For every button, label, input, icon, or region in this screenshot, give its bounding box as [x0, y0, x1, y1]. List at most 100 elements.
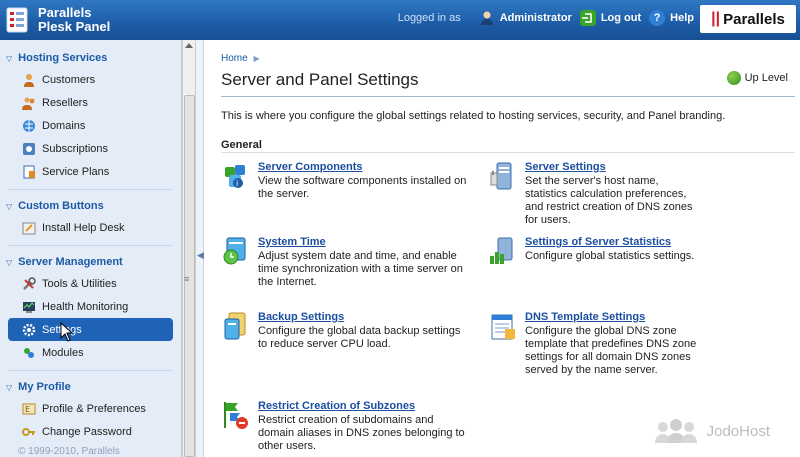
logo-line1: Parallels: [38, 5, 92, 20]
help-link[interactable]: ? Help: [649, 10, 694, 26]
collapse-triangle-icon: ▽: [6, 257, 13, 267]
tool-server-components: i Server Components View the software co…: [221, 161, 471, 201]
customers-icon: [22, 73, 36, 87]
sidebar-item-subscriptions[interactable]: Subscriptions: [0, 137, 181, 160]
sidebar-item-domains[interactable]: Domains: [0, 114, 181, 137]
parallels-bars-icon: ||: [711, 10, 721, 27]
breadcrumb: Home ▶: [221, 53, 260, 64]
resellers-icon: [22, 96, 36, 110]
breadcrumb-home[interactable]: Home: [221, 53, 248, 64]
key-icon: [22, 425, 36, 439]
tool-name-server-components[interactable]: Server Components: [258, 161, 471, 174]
sidebar-splitter[interactable]: ◀: [196, 40, 204, 457]
restrict-subzones-icon: [221, 400, 251, 430]
tool-desc: Configure the global data backup setting…: [258, 325, 461, 350]
sidebar-item-change-password[interactable]: Change Password: [0, 420, 181, 443]
sidebar-scrollbar[interactable]: [182, 40, 196, 457]
top-header: Parallels Plesk Panel Logged in as Admin…: [0, 0, 800, 40]
section-divider: [221, 152, 795, 153]
administrator-link[interactable]: Administrator: [479, 10, 572, 26]
server-settings-icon: [488, 161, 518, 191]
scrollbar-grip-icon: ≡: [184, 274, 190, 284]
sidebar-separator: [8, 189, 173, 190]
collapse-left-icon[interactable]: ◀: [197, 250, 204, 262]
watermark: JodoHost: [653, 419, 770, 443]
user-icon: [479, 10, 495, 26]
collapse-triangle-icon: ▽: [6, 53, 13, 63]
system-time-icon: [221, 236, 251, 266]
sidebar-item-tools-utilities[interactable]: Tools & Utilities: [0, 272, 181, 295]
tool-name-restrict-subzones[interactable]: Restrict Creation of Subzones: [258, 400, 471, 413]
dns-template-icon: [488, 311, 518, 341]
copyright: © 1999-2010, Parallels: [18, 446, 120, 457]
breadcrumb-arrow-icon: ▶: [253, 54, 260, 63]
sidebar-group-my-profile[interactable]: ▽ My Profile: [0, 377, 181, 397]
sidebar-item-install-help-desk[interactable]: Install Help Desk: [0, 216, 181, 239]
plesk-logo[interactable]: Parallels Plesk Panel: [6, 4, 156, 36]
domains-icon: [22, 119, 36, 133]
tool-server-settings: Server Settings Set the server's host na…: [488, 161, 698, 227]
sidebar-separator: [8, 370, 173, 371]
sidebar-group-hosting-services[interactable]: ▽ Hosting Services: [0, 48, 181, 68]
service-plans-icon: [22, 165, 36, 179]
help-desk-icon: [22, 221, 36, 235]
logout-link[interactable]: Log out: [579, 10, 642, 26]
collapse-triangle-icon: ▽: [6, 201, 13, 211]
tool-dns-template-settings: DNS Template Settings Configure the glob…: [488, 311, 703, 377]
plesk-logo-icon: [6, 6, 30, 34]
logout-icon: [579, 10, 596, 26]
section-title-general: General: [221, 139, 262, 151]
tools-icon: [22, 276, 36, 291]
up-level-label: Up Level: [744, 72, 788, 84]
tool-desc: Configure the global DNS zone template t…: [525, 325, 697, 376]
tool-system-time: System Time Adjust system date and time,…: [221, 236, 471, 289]
main-content: Home ▶ Server and Panel Settings Up Leve…: [205, 40, 800, 457]
people-watermark-icon: [653, 419, 699, 443]
sidebar-group-custom-buttons[interactable]: ▽ Custom Buttons: [0, 196, 181, 216]
logout-label: Log out: [600, 12, 642, 24]
sidebar-item-modules[interactable]: Modules: [0, 341, 181, 364]
modules-icon: [22, 346, 36, 360]
tool-name-backup-settings[interactable]: Backup Settings: [258, 311, 471, 324]
up-level-link[interactable]: Up Level: [726, 71, 788, 85]
sidebar-item-profile-preferences[interactable]: E Profile & Preferences: [0, 397, 181, 420]
tool-backup-settings: Backup Settings Configure the global dat…: [221, 311, 471, 351]
tool-name-server-statistics[interactable]: Settings of Server Statistics: [525, 236, 694, 249]
sidebar-item-health-monitoring[interactable]: Health Monitoring: [0, 295, 181, 318]
tool-name-server-settings[interactable]: Server Settings: [525, 161, 698, 174]
tool-desc: View the software components installed o…: [258, 175, 467, 200]
logged-in-as-label: Logged in as: [397, 12, 461, 24]
scroll-up-arrow-icon[interactable]: [185, 43, 193, 48]
sidebar-item-customers[interactable]: Customers: [0, 68, 181, 91]
help-label: Help: [670, 12, 694, 24]
collapse-triangle-icon: ▽: [6, 382, 13, 392]
tool-settings-of-server-statistics: Settings of Server Statistics Configure …: [488, 236, 728, 266]
tool-name-system-time[interactable]: System Time: [258, 236, 471, 249]
logo-line2: Plesk Panel: [38, 19, 111, 34]
intro-text: This is where you configure the global s…: [221, 110, 726, 122]
server-components-icon: i: [221, 161, 251, 191]
server-statistics-icon: [488, 236, 518, 266]
svg-text:E: E: [25, 405, 30, 414]
brand-label: Parallels: [723, 10, 785, 28]
page-title: Server and Panel Settings: [221, 70, 419, 89]
profile-icon: E: [22, 402, 36, 416]
tool-restrict-creation-of-subzones: Restrict Creation of Subzones Restrict c…: [221, 400, 471, 453]
sidebar-item-service-plans[interactable]: Service Plans: [0, 160, 181, 183]
up-level-icon: [726, 71, 741, 85]
tool-desc: Restrict creation of subdomains and doma…: [258, 414, 465, 452]
tool-desc: Configure global statistics settings.: [525, 250, 695, 262]
tool-name-dns-template-settings[interactable]: DNS Template Settings: [525, 311, 703, 324]
sidebar-item-settings[interactable]: Settings: [8, 318, 173, 341]
svg-text:i: i: [236, 179, 238, 188]
administrator-label: Administrator: [499, 12, 572, 24]
backup-settings-icon: [221, 311, 251, 341]
subscriptions-icon: [22, 142, 36, 156]
sidebar-item-resellers[interactable]: Resellers: [0, 91, 181, 114]
settings-gear-icon: [22, 323, 36, 337]
sidebar: ▽ Hosting Services Customers Resellers D…: [0, 40, 182, 457]
health-monitoring-icon: [22, 300, 36, 314]
parallels-brand[interactable]: || Parallels: [700, 5, 796, 33]
sidebar-group-server-management[interactable]: ▽ Server Management: [0, 252, 181, 272]
tool-desc: Set the server's host name, statistics c…: [525, 175, 693, 226]
